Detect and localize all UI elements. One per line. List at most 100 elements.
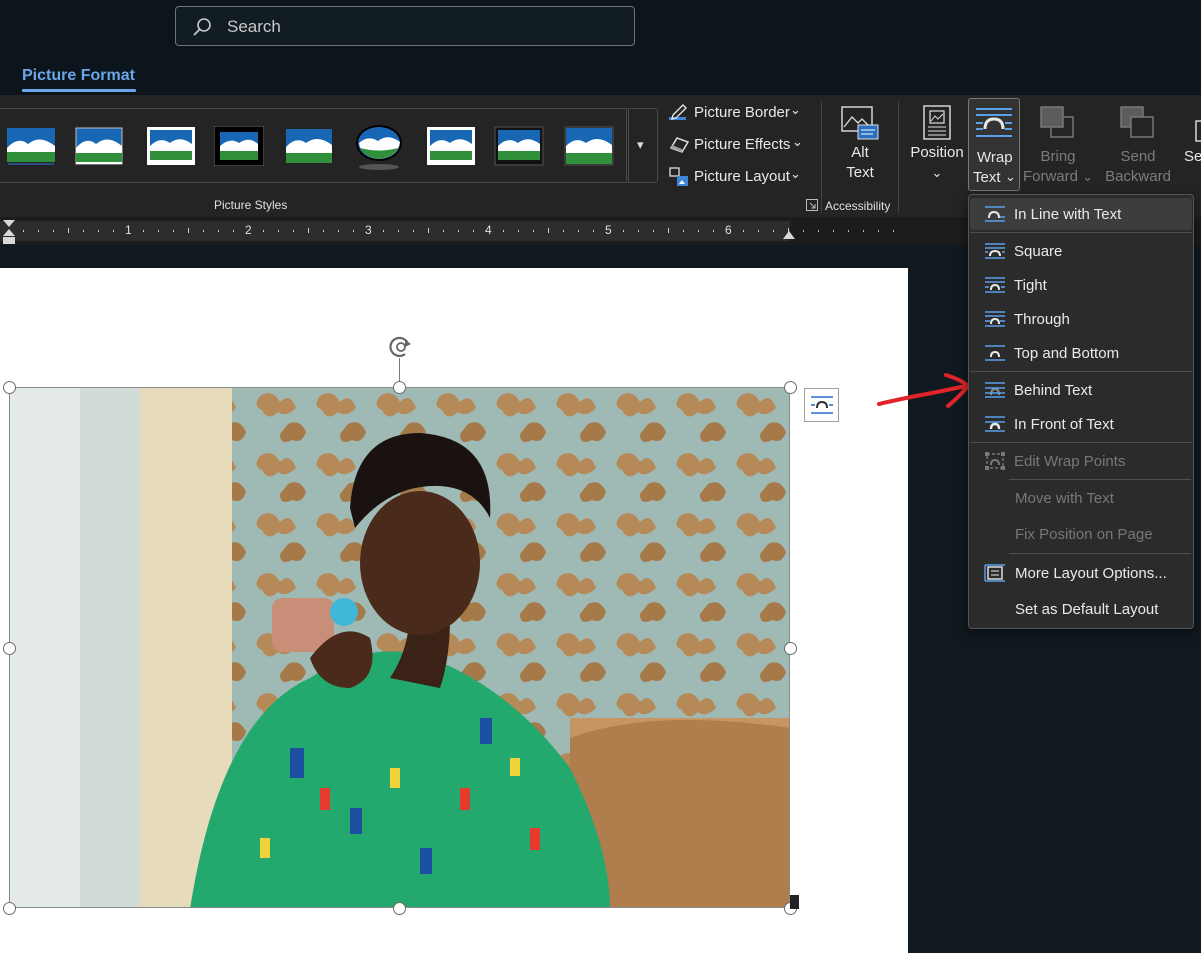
ruler-tick <box>833 230 834 232</box>
menu-separator <box>1009 553 1191 554</box>
alt-text-icon <box>841 106 879 140</box>
ruler-tick <box>188 228 189 233</box>
ruler-tick <box>578 230 579 232</box>
ruler-tick <box>173 230 174 232</box>
search-box[interactable]: Search <box>175 6 635 46</box>
ruler-tick <box>878 230 879 232</box>
ruler-tick <box>278 230 279 232</box>
ruler-tick <box>548 228 549 233</box>
ribbon-tab-row: Picture Format <box>0 55 1201 95</box>
menu-item-through[interactable]: Through <box>970 303 1192 335</box>
menu-item-edit-wrap-points: Edit Wrap Points <box>970 445 1192 477</box>
ruler-tick <box>143 230 144 232</box>
ruler-tick <box>218 230 219 232</box>
dialog-launcher-icon[interactable] <box>806 199 818 211</box>
resize-handle-top-right[interactable] <box>784 381 797 394</box>
ruler-tick <box>683 230 684 232</box>
ruler-tick <box>398 230 399 232</box>
picture-effects-label: Picture Effects <box>694 136 791 153</box>
picture-style-thumb[interactable] <box>214 126 264 166</box>
alt-text-label-line1: Alt <box>851 144 869 161</box>
wrap-text-label-line2: Text <box>973 169 1001 186</box>
selected-photo[interactable] <box>9 387 790 908</box>
tab-picture-format[interactable]: Picture Format <box>22 67 135 85</box>
resize-handle-left[interactable] <box>3 642 16 655</box>
resize-handle-bottom-left[interactable] <box>3 902 16 915</box>
ruler-tick <box>323 230 324 232</box>
chevron-down-icon: ⌄ <box>790 102 801 117</box>
search-icon <box>193 18 211 36</box>
picture-layout-label: Picture Layout <box>694 168 790 185</box>
wrap-tight-icon <box>985 277 1005 293</box>
ruler-number: 3 <box>365 223 372 237</box>
selection-pane-icon <box>1195 120 1201 142</box>
right-indent-marker-icon[interactable] <box>782 228 796 240</box>
menu-separator <box>970 442 1192 443</box>
picture-layout-icon <box>669 167 688 186</box>
picture-styles-gallery <box>0 108 627 183</box>
menu-item-set-as-default-layout[interactable]: Set as Default Layout <box>970 593 1192 625</box>
picture-style-thumb[interactable] <box>494 126 544 166</box>
chevron-down-icon: ⌄ <box>931 165 943 180</box>
picture-style-thumb[interactable] <box>284 126 334 166</box>
ruler-tick <box>293 230 294 232</box>
resize-handle-top[interactable] <box>393 381 406 394</box>
rotate-icon[interactable] <box>386 333 416 361</box>
resize-handle-right[interactable] <box>784 642 797 655</box>
resize-handle-bottom[interactable] <box>393 902 406 915</box>
ruler-number: 5 <box>605 223 612 237</box>
ruler-ticks <box>23 228 789 233</box>
ruler-tick <box>848 230 849 232</box>
picture-style-thumb[interactable] <box>354 123 404 171</box>
active-tab-underline <box>22 89 136 92</box>
menu-item-more-layout-options[interactable]: More Layout Options... <box>970 557 1192 589</box>
ruler-tick <box>38 230 39 232</box>
chevron-down-icon: ⌄ <box>1005 169 1016 184</box>
alt-text-label-line2: Text <box>846 164 874 181</box>
gallery-more-button[interactable]: ▾ <box>628 108 658 183</box>
ruler-tick <box>698 230 699 232</box>
menu-item-behind-text[interactable]: Behind Text <box>970 374 1192 406</box>
ruler-tick <box>638 230 639 232</box>
resize-handle-top-left[interactable] <box>3 381 16 394</box>
group-separator <box>821 101 822 213</box>
ruler-tick <box>203 230 204 232</box>
menu-item-label: In Line with Text <box>1014 206 1122 223</box>
alt-text-button[interactable]: Alt Text <box>834 105 886 183</box>
ruler-tick <box>623 230 624 232</box>
indent-marker-icon[interactable] <box>2 219 16 245</box>
ruler-tick <box>653 230 654 232</box>
position-button[interactable]: Position ⌄ <box>906 105 968 183</box>
ruler-tick <box>98 230 99 232</box>
menu-item-label: Set as Default Layout <box>1015 601 1159 618</box>
ruler-tick <box>458 230 459 232</box>
wrap-square-icon <box>985 243 1005 259</box>
menu-item-label: More Layout Options... <box>1015 565 1167 582</box>
picture-style-thumb[interactable] <box>6 126 56 166</box>
menu-item-square[interactable]: Square <box>970 235 1192 267</box>
layout-options-button[interactable] <box>804 388 839 422</box>
wrap-text-button[interactable]: Wrap Text ⌄ <box>968 98 1020 191</box>
ruler-tick <box>713 230 714 232</box>
picture-style-thumb[interactable] <box>146 126 196 166</box>
edit-wrap-points-icon <box>985 452 1005 470</box>
menu-item-top-and-bottom[interactable]: Top and Bottom <box>970 337 1192 369</box>
menu-item-move-with-text: Move with Text <box>970 482 1192 514</box>
selection-pane-button[interactable]: Se <box>1180 105 1201 167</box>
menu-item-in-line-with-text[interactable]: In Line with Text <box>970 198 1192 230</box>
picture-style-thumb[interactable] <box>426 126 476 166</box>
position-label: Position <box>910 144 964 161</box>
picture-style-thumb[interactable] <box>564 126 614 166</box>
wrap-behind-text-icon <box>985 382 1005 398</box>
photo-woman-with-mug <box>10 388 789 907</box>
position-icon <box>923 105 951 140</box>
menu-item-in-front-of-text[interactable]: In Front of Text <box>970 408 1192 440</box>
ruler-tick <box>518 230 519 232</box>
ruler-tick <box>803 230 804 232</box>
horizontal-ruler[interactable]: 1 2 3 4 5 6 <box>0 221 790 241</box>
picture-style-thumb[interactable] <box>74 126 124 166</box>
bring-forward-label-line1: Bring <box>1040 148 1076 165</box>
menu-item-tight[interactable]: Tight <box>970 269 1192 301</box>
ruler-tick <box>473 230 474 232</box>
ruler-tick <box>263 230 264 232</box>
